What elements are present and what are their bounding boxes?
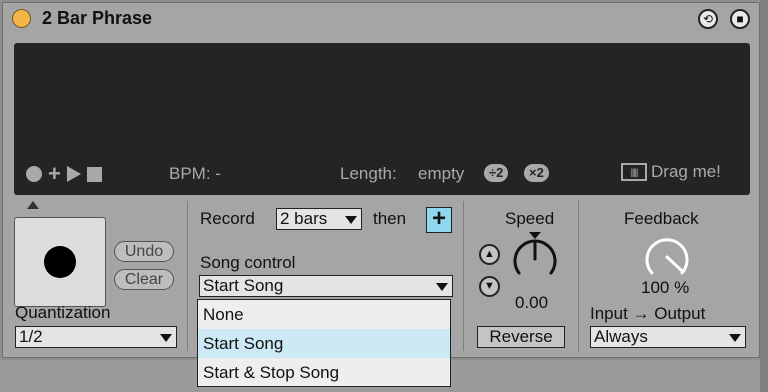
refresh-icon[interactable]: ⟲ bbox=[698, 9, 718, 29]
save-icon[interactable]: ■ bbox=[730, 9, 750, 29]
quantization-label: Quantization bbox=[15, 303, 111, 322]
quantization-select[interactable]: 1/2 bbox=[15, 326, 177, 348]
title-bar: 2 Bar Phrase ⟲ ■ bbox=[3, 3, 759, 34]
record-length-value: 2 bars bbox=[280, 209, 328, 228]
chevron-down-icon bbox=[436, 283, 448, 291]
length-value: empty bbox=[418, 164, 465, 183]
song-control-select[interactable]: Start Song bbox=[199, 275, 453, 297]
chevron-down-icon bbox=[729, 334, 741, 342]
reverse-button[interactable]: Reverse bbox=[477, 326, 565, 348]
drag-label: Drag me! bbox=[651, 162, 721, 181]
length-label: Length: bbox=[340, 164, 397, 183]
device-activator-button[interactable] bbox=[12, 9, 31, 28]
speed-down-icon[interactable]: ▼ bbox=[479, 276, 500, 297]
then-label: then bbox=[373, 209, 407, 228]
chevron-down-icon bbox=[160, 334, 172, 342]
clear-button[interactable]: Clear bbox=[114, 269, 174, 290]
feedback-label: Feedback bbox=[624, 209, 699, 228]
bpm-readout: BPM: - bbox=[169, 164, 221, 183]
menu-item-start-stop-song[interactable]: Start & Stop Song bbox=[198, 358, 450, 387]
waveform-icon: ||||| bbox=[621, 163, 647, 181]
record-icon[interactable] bbox=[26, 166, 42, 182]
divider bbox=[463, 201, 464, 351]
divider bbox=[187, 201, 188, 351]
looper-display: + BPM: - Length: empty ÷2 ×2 ||||| Drag … bbox=[14, 43, 750, 195]
song-control-value: Start Song bbox=[203, 276, 284, 295]
add-action-button[interactable]: + bbox=[426, 207, 452, 233]
speed-up-icon[interactable]: ▲ bbox=[479, 244, 500, 265]
speed-knob[interactable] bbox=[507, 229, 563, 287]
record-dot-icon bbox=[44, 246, 76, 278]
halve-length-button[interactable]: ÷2 bbox=[484, 164, 509, 182]
speed-value: 0.00 bbox=[515, 293, 549, 312]
feedback-value: 100 % bbox=[641, 278, 690, 297]
menu-item-none[interactable]: None bbox=[198, 300, 450, 329]
big-record-button[interactable] bbox=[14, 217, 106, 307]
overdub-icon[interactable]: + bbox=[48, 163, 61, 185]
input-output-label: Input → Output bbox=[590, 304, 706, 323]
song-control-menu: None Start Song Start & Stop Song bbox=[197, 299, 451, 387]
feedback-knob[interactable] bbox=[639, 229, 695, 281]
scrollbar[interactable] bbox=[760, 0, 768, 392]
record-length-select[interactable]: 2 bars bbox=[276, 208, 362, 230]
speed-label: Speed bbox=[505, 209, 555, 228]
input-output-select[interactable]: Always bbox=[590, 326, 746, 348]
undo-button[interactable]: Undo bbox=[114, 241, 174, 262]
drag-clip-button[interactable]: ||||| Drag me! bbox=[621, 162, 721, 182]
chevron-down-icon bbox=[345, 216, 357, 224]
transport-controls: + bbox=[26, 163, 102, 185]
device-title: 2 Bar Phrase bbox=[42, 8, 153, 28]
quantization-value: 1/2 bbox=[19, 327, 43, 346]
stop-icon[interactable] bbox=[86, 166, 102, 182]
collapse-arrow-icon[interactable] bbox=[27, 201, 39, 209]
menu-item-start-song[interactable]: Start Song bbox=[198, 329, 450, 358]
record-label: Record bbox=[200, 209, 255, 228]
song-control-label: Song control bbox=[200, 253, 296, 272]
double-length-button[interactable]: ×2 bbox=[524, 164, 549, 182]
play-icon[interactable] bbox=[66, 166, 81, 182]
divider bbox=[578, 201, 579, 351]
input-output-value: Always bbox=[594, 327, 648, 346]
